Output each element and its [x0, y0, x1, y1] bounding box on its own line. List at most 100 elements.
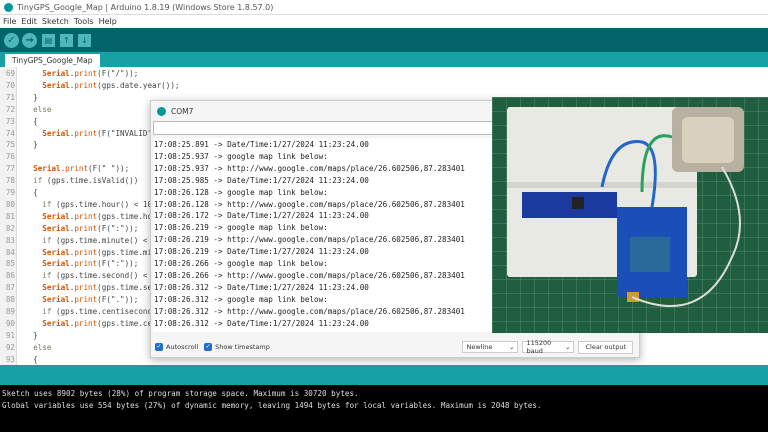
code-line: 78 if (gps.time.isValid()) — [0, 175, 138, 187]
code-text: else — [33, 104, 52, 114]
baud-rate-value: 115200 baud — [526, 339, 552, 355]
code-text: Serial.print(F(" ")); — [33, 164, 130, 174]
code-text: if (gps.time.isValid()) — [33, 176, 139, 186]
code-text: if (gps.time.hour() < 10 — [42, 199, 153, 209]
code-line: 73 { — [0, 116, 38, 128]
code-line: 74 Serial.print(F("INVALID" — [0, 128, 152, 140]
code-text: Serial.print(F("INVALID" — [42, 128, 153, 138]
code-text: Serial.print(F(".")); — [42, 295, 139, 305]
line-number: 69 — [5, 69, 15, 78]
hardware-photo — [492, 97, 768, 333]
code-line: 71 } — [0, 92, 38, 104]
code-text: Serial.print(gps.date.year()); — [42, 80, 180, 90]
menu-tools[interactable]: Tools — [74, 17, 94, 26]
line-number: 73 — [5, 116, 15, 126]
code-text: { — [24, 354, 38, 364]
code-text: { — [24, 116, 38, 126]
show-timestamp-label: Show timestamp — [215, 343, 270, 351]
serial-monitor-title: COM7 — [171, 106, 194, 116]
code-line: 88 Serial.print(F(".")); — [0, 294, 138, 306]
breadboard-gps-photo — [507, 107, 744, 307]
line-number: 75 — [5, 140, 15, 150]
arduino-nano — [522, 192, 617, 218]
code-text: { — [24, 188, 38, 197]
code-text: Serial.print(F(":")); — [42, 223, 139, 233]
line-number: 93 — [5, 354, 15, 364]
chevron-down-icon: ⌄ — [565, 343, 571, 351]
code-text: if (gps.time.minute() < — [42, 235, 148, 245]
line-number: 74 — [5, 128, 15, 138]
menu-help[interactable]: Help — [99, 17, 117, 26]
upload-button[interactable]: → — [22, 32, 37, 48]
code-line: 82 Serial.print(F(":")); — [0, 223, 138, 235]
code-text: else — [33, 342, 52, 352]
line-number: 83 — [5, 235, 15, 245]
arduino-icon — [157, 106, 166, 116]
toolbar: ✓ → ▤ ↑ ↓ — [0, 28, 768, 52]
clear-output-button[interactable]: Clear output — [578, 340, 633, 354]
line-number: 80 — [5, 199, 15, 209]
code-line: 85 Serial.print(F(":")); — [0, 258, 138, 270]
code-text: } — [24, 330, 38, 340]
line-number: 76 — [5, 152, 15, 162]
line-ending-value: Newline — [466, 343, 493, 351]
tab-sketch[interactable]: TinyGPS_Google_Map — [5, 54, 100, 67]
line-number: 86 — [5, 271, 15, 281]
baud-rate-select[interactable]: 115200 baud ⌄ — [522, 339, 575, 355]
code-text: } — [24, 92, 38, 102]
code-line: 75 } — [0, 139, 38, 151]
line-number: 71 — [5, 92, 15, 102]
line-number: 84 — [5, 247, 15, 257]
autoscroll-checkbox[interactable]: ✓ — [155, 343, 163, 351]
autoscroll-label: Autoscroll — [166, 343, 199, 351]
title-bar: TinyGPS_Google_Map | Arduino 1.8.19 (Win… — [0, 0, 768, 15]
code-text: if (gps.time.centisecond — [42, 307, 153, 316]
line-number: 78 — [5, 176, 15, 186]
line-number: 92 — [5, 342, 15, 352]
line-number: 79 — [5, 188, 15, 197]
menu-sketch[interactable]: Sketch — [42, 17, 69, 26]
console-line: Sketch uses 8902 bytes (28%) of program … — [2, 389, 359, 398]
line-number: 77 — [5, 164, 15, 174]
menu-edit[interactable]: Edit — [21, 17, 37, 26]
code-line: 77 Serial.print(F(" ")); — [0, 163, 129, 175]
code-line: 72 else — [0, 104, 52, 116]
code-line: 87 Serial.print(gps.time.se — [0, 282, 152, 294]
code-text: if (gps.time.second() < — [42, 271, 148, 281]
code-line: 90 Serial.print(gps.time.ce — [0, 318, 152, 330]
line-number: 91 — [5, 330, 15, 340]
code-line: 81 Serial.print(gps.time.ho — [0, 211, 152, 223]
code-text: Serial.print(gps.time.mi — [42, 247, 153, 257]
line-number: 89 — [5, 307, 15, 316]
code-text: Serial.print(F("/")); — [42, 69, 139, 78]
menu-file[interactable]: File — [3, 17, 16, 26]
line-number: 82 — [5, 223, 15, 233]
code-text: } — [24, 140, 38, 150]
code-line: 84 Serial.print(gps.time.mi — [0, 247, 152, 259]
show-timestamp-checkbox[interactable]: ✓ — [204, 343, 213, 351]
code-line: 80 if (gps.time.hour() < 10 — [0, 199, 152, 211]
new-button[interactable]: ▤ — [42, 33, 55, 47]
arduino-icon — [4, 2, 13, 12]
line-number: 85 — [5, 259, 15, 269]
code-line: 86 if (gps.time.second() < — [0, 270, 148, 282]
line-number: 72 — [5, 104, 15, 114]
line-ending-select[interactable]: Newline ⌄ — [462, 341, 519, 353]
code-text: Serial.print(gps.time.ce — [42, 318, 153, 328]
open-button[interactable]: ↑ — [60, 33, 73, 47]
menu-bar: File Edit Sketch Tools Help — [0, 15, 768, 28]
chevron-down-icon: ⌄ — [509, 343, 515, 351]
code-line: 89 if (gps.time.centisecond — [0, 306, 152, 318]
code-line: 70 Serial.print(gps.date.year()); — [0, 80, 180, 92]
code-text: Serial.print(gps.time.ho — [42, 211, 153, 221]
code-line: 91 } — [0, 330, 38, 342]
verify-button[interactable]: ✓ — [4, 32, 19, 48]
code-text: Serial.print(gps.time.se — [42, 283, 153, 293]
line-number: 70 — [5, 80, 15, 90]
status-strip — [0, 365, 768, 385]
line-number: 87 — [5, 283, 15, 293]
serial-monitor-footer: ✓ Autoscroll ✓ Show timestamp Newline ⌄ 1… — [151, 337, 639, 357]
line-number: 90 — [5, 318, 15, 328]
save-button[interactable]: ↓ — [78, 33, 91, 47]
console-output: Sketch uses 8902 bytes (28%) of program … — [0, 385, 768, 432]
